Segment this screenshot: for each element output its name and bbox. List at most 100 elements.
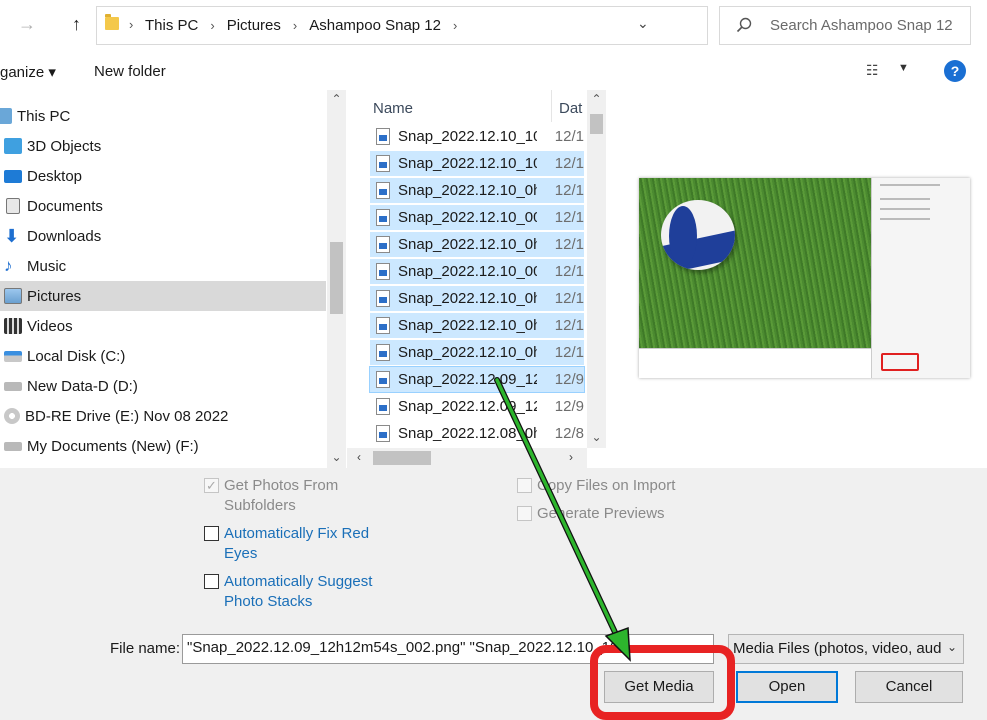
scroll-right-icon[interactable]: › <box>569 450 573 464</box>
scroll-left-icon[interactable]: ‹ <box>357 450 361 464</box>
file-row[interactable]: Snap_2022.12.09_12... 12/9 <box>370 394 584 419</box>
option-auto-suggest-stacks[interactable]: Automatically Suggest Photo Stacks <box>204 572 384 612</box>
address-row: → ↑ › This PC › Pictures › Ashampoo Snap… <box>0 0 987 52</box>
option-auto-fix-red-eyes[interactable]: Automatically Fix Red Eyes <box>204 524 384 564</box>
file-row[interactable]: Snap_2022.12.10_0h... 12/1 <box>370 178 584 203</box>
scrollbar-thumb[interactable] <box>373 451 431 465</box>
file-row[interactable]: Snap_2022.12.10_00... 12/1 <box>370 259 584 284</box>
nav-item-bd-re-drive-e[interactable]: BD-RE Drive (E:) Nov 08 2022 <box>0 401 326 431</box>
image-file-icon <box>376 398 390 415</box>
column-divider[interactable] <box>551 90 552 122</box>
file-row[interactable]: Snap_2022.12.09_12... 12/9 <box>369 366 585 393</box>
chevron-right-icon: › <box>292 18 298 33</box>
nav-item-label: 3D Objects <box>27 137 102 155</box>
nav-item-desktop[interactable]: Desktop <box>0 161 326 191</box>
chevron-right-icon: › <box>210 18 215 33</box>
new-folder-button[interactable]: New folder <box>94 63 166 80</box>
breadcrumb-this-pc[interactable]: This PC <box>145 17 198 34</box>
nav-item-label: Desktop <box>27 167 83 185</box>
file-name: Snap_2022.12.10_0h... <box>398 236 537 253</box>
chevron-down-icon: ⌄ <box>946 640 957 654</box>
view-options-icon[interactable]: ☷ <box>866 62 879 79</box>
breadcrumb-ashampoo-snap[interactable]: Ashampoo Snap 12 <box>309 17 441 34</box>
nav-item-my-documents-f[interactable]: My Documents (New) (F:) <box>0 431 326 461</box>
column-header-date[interactable]: Dat <box>559 100 582 117</box>
nav-item-this-pc[interactable]: This PC <box>0 101 326 131</box>
disc-icon <box>4 408 20 424</box>
image-file-icon <box>376 317 390 334</box>
open-button[interactable]: Open <box>736 671 838 703</box>
search-icon <box>736 17 752 33</box>
search-input[interactable]: Search Ashampoo Snap 12 <box>719 6 971 45</box>
checkbox[interactable] <box>204 526 219 541</box>
file-row[interactable]: Snap_2022.12.10_00... 12/1 <box>370 205 584 230</box>
checkbox[interactable] <box>517 506 532 521</box>
checkbox[interactable] <box>204 574 219 589</box>
preview-side-panel <box>871 178 970 378</box>
scroll-up-icon[interactable]: ⌃ <box>587 92 606 106</box>
navigation-pane: This PC 3D Objects Desktop Documents ⬇ D… <box>0 90 347 468</box>
chevron-down-icon[interactable]: ▼ <box>898 62 909 74</box>
desktop-icon <box>4 169 22 183</box>
image-file-icon <box>376 128 390 145</box>
image-file-icon <box>376 290 390 307</box>
option-label: Generate Previews <box>537 505 665 522</box>
file-row[interactable]: Snap_2022.12.10_0h... 12/1 <box>370 340 584 365</box>
nav-item-label: BD-RE Drive (E:) Nov 08 2022 <box>25 407 229 425</box>
file-type-value: Media Files (photos, video, aud <box>733 640 942 657</box>
nav-item-local-disk-c[interactable]: Local Disk (C:) <box>0 341 326 371</box>
file-row[interactable]: Snap_2022.12.10_0h... 12/1 <box>370 313 584 338</box>
file-name: Snap_2022.12.10_0h... <box>398 290 537 307</box>
file-date: 12/1 <box>554 128 584 145</box>
nav-item-documents[interactable]: Documents <box>0 191 326 221</box>
chevron-down-icon[interactable]: ⌄ <box>637 15 649 32</box>
file-list-scrollbar[interactable]: ⌃ ⌄ <box>587 90 606 448</box>
checkbox[interactable] <box>204 476 219 496</box>
checkbox[interactable] <box>517 478 532 493</box>
nav-item-label: Downloads <box>27 227 102 245</box>
forward-arrow-icon[interactable]: → <box>18 14 36 35</box>
scroll-down-icon[interactable]: ⌄ <box>327 450 346 464</box>
help-icon[interactable]: ? <box>944 60 966 82</box>
option-copy-files-on-import[interactable]: Copy Files on Import <box>517 476 737 496</box>
nav-item-videos[interactable]: Videos <box>0 311 326 341</box>
option-get-photos-subfolders[interactable]: Get Photos From Subfolders <box>204 476 384 516</box>
nav-item-music[interactable]: ♪ Music <box>0 251 326 281</box>
file-type-select[interactable]: Media Files (photos, video, aud ⌄ <box>728 634 964 664</box>
file-date: 12/1 <box>554 344 584 361</box>
nav-item-3d-objects[interactable]: 3D Objects <box>0 131 326 161</box>
scroll-up-icon[interactable]: ⌃ <box>327 92 346 106</box>
nav-item-label: Documents <box>27 197 103 215</box>
file-list-hscrollbar[interactable]: ‹ › <box>347 448 587 468</box>
file-row[interactable]: Snap_2022.12.10_0h... 12/1 <box>370 232 584 257</box>
file-date: 12/1 <box>554 317 584 334</box>
scrollbar-thumb[interactable] <box>330 242 343 314</box>
file-date: 12/1 <box>554 155 584 172</box>
nav-scrollbar[interactable]: ⌃ ⌄ <box>327 90 346 468</box>
up-arrow-icon[interactable]: ↑ <box>72 14 81 35</box>
nav-item-label: This PC <box>17 107 71 125</box>
scroll-down-icon[interactable]: ⌄ <box>587 430 606 444</box>
nav-item-downloads[interactable]: ⬇ Downloads <box>0 221 326 251</box>
file-row[interactable]: Snap_2022.12.10_10... 12/1 <box>370 124 584 149</box>
file-name: Snap_2022.12.10_00... <box>398 209 537 226</box>
nav-item-new-data-d[interactable]: New Data-D (D:) <box>0 371 326 401</box>
nav-item-label: Pictures <box>27 287 82 305</box>
file-row[interactable]: Snap_2022.12.10_10... 12/1 <box>370 151 584 176</box>
image-file-icon <box>376 263 390 280</box>
option-label: Automatically Suggest Photo Stacks <box>224 573 373 610</box>
pictures-icon <box>4 288 22 304</box>
nav-item-pictures[interactable]: Pictures <box>0 281 326 311</box>
column-header-name[interactable]: Name <box>373 100 413 117</box>
cancel-button[interactable]: Cancel <box>855 671 963 703</box>
file-name: Snap_2022.12.10_10... <box>398 155 537 172</box>
address-bar[interactable]: › This PC › Pictures › Ashampoo Snap 12 … <box>96 6 793 45</box>
organize-button[interactable]: ganize ▾ <box>0 63 56 81</box>
scrollbar-thumb[interactable] <box>590 114 603 134</box>
option-generate-previews[interactable]: Generate Previews <box>517 504 737 524</box>
volleyball-image <box>661 200 735 270</box>
breadcrumb-pictures[interactable]: Pictures <box>227 17 281 34</box>
file-name-label: File name: <box>110 640 181 657</box>
file-row[interactable]: Snap_2022.12.08_0h... 12/8 <box>370 421 584 446</box>
file-row[interactable]: Snap_2022.12.10_0h... 12/1 <box>370 286 584 311</box>
